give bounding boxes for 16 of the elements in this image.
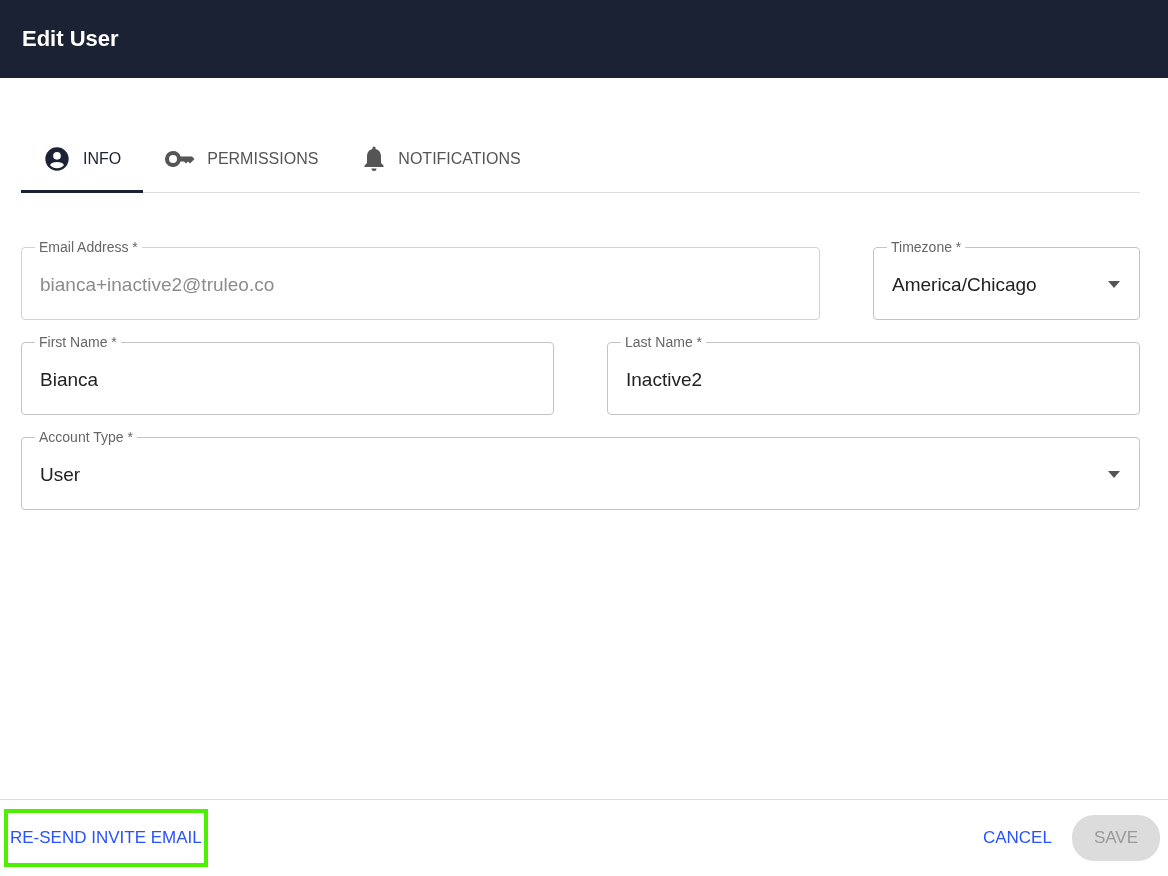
field-label: Last Name *: [621, 335, 707, 349]
window-title: Edit User: [22, 25, 119, 53]
tab[interactable]: INFO: [21, 133, 144, 193]
field-label: Email Address *: [35, 240, 142, 254]
field-label: First Name *: [35, 335, 121, 349]
field-label: Timezone *: [887, 240, 966, 254]
field-label: Account Type *: [35, 430, 137, 444]
key-icon: [165, 150, 196, 168]
caret-icon: [1108, 471, 1120, 478]
caret-icon: [1108, 281, 1120, 288]
tab[interactable]: PERMISSIONS: [143, 133, 341, 193]
cancel-button[interactable]: CANCEL: [978, 811, 1056, 865]
bell-icon: [362, 145, 387, 173]
person-icon: [43, 145, 71, 173]
resend-invite-link[interactable]: RE-SEND INVITE EMAIL: [6, 811, 206, 865]
tab[interactable]: NOTIFICATIONS: [340, 133, 543, 193]
